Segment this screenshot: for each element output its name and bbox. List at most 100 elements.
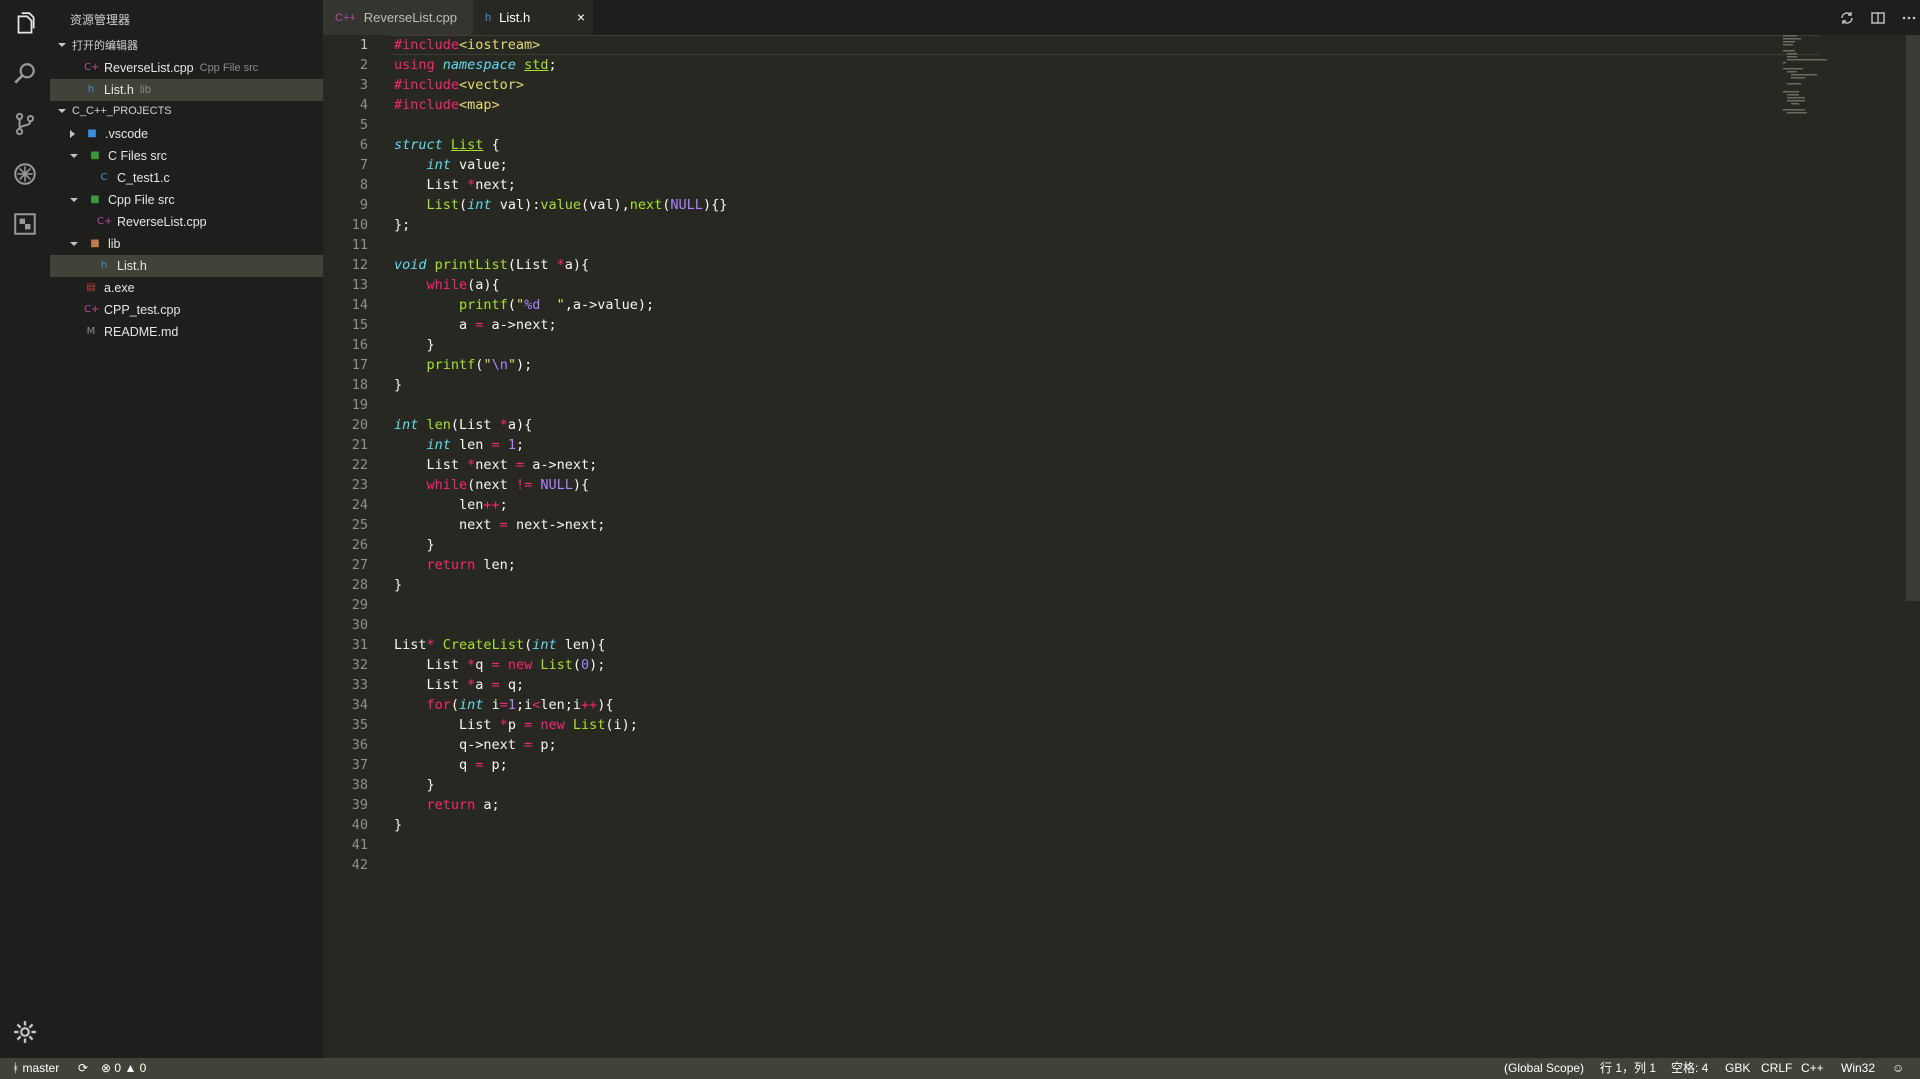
tree-folder-c-files[interactable]: ■ C Files src bbox=[50, 145, 343, 167]
line-number: 4 bbox=[359, 97, 368, 113]
close-icon[interactable]: × bbox=[577, 9, 585, 25]
end-of-line[interactable]: CRLF bbox=[1761, 1058, 1792, 1079]
platform[interactable]: Win32 bbox=[1841, 1058, 1875, 1079]
line-number: 33 bbox=[351, 677, 368, 693]
line-number: 9 bbox=[359, 197, 368, 213]
line-number: 16 bbox=[351, 337, 368, 353]
extensions-icon[interactable] bbox=[9, 208, 41, 240]
folder-lib-icon: ■ bbox=[90, 238, 100, 249]
tab-reverselist[interactable]: C++ ReverseList.cpp bbox=[323, 0, 473, 35]
line-number: 21 bbox=[351, 437, 368, 453]
line-number: 20 bbox=[351, 417, 368, 433]
line-number: 28 bbox=[351, 577, 368, 593]
minimap[interactable] bbox=[1783, 35, 1883, 115]
vertical-scrollbar[interactable] bbox=[1906, 35, 1920, 601]
files-icon[interactable] bbox=[9, 8, 41, 40]
line-number: 13 bbox=[351, 277, 368, 293]
line-number: 1 bbox=[359, 37, 368, 53]
chevron-down-icon bbox=[70, 198, 78, 202]
line-number: 25 bbox=[351, 517, 368, 533]
tree-file-c-test1[interactable]: C C_test1.c bbox=[50, 167, 370, 189]
warning-icon: ▲ bbox=[124, 1061, 137, 1075]
line-number: 36 bbox=[351, 737, 368, 753]
line-number: 14 bbox=[351, 297, 368, 313]
tree-file-cpp-test[interactable]: C+ CPP_test.cpp bbox=[50, 299, 357, 321]
line-number: 5 bbox=[359, 117, 368, 133]
line-number: 41 bbox=[351, 837, 368, 853]
open-editors-section[interactable]: 打开的编辑器 bbox=[50, 34, 331, 56]
cpp-file-icon: C+ bbox=[84, 62, 100, 73]
debug-icon[interactable] bbox=[9, 158, 41, 190]
folder-src-icon: ■ bbox=[90, 194, 100, 205]
tab-label: List.h bbox=[499, 10, 531, 25]
line-number: 38 bbox=[351, 777, 368, 793]
activity-bar bbox=[0, 0, 50, 1058]
line-number: 32 bbox=[351, 657, 368, 673]
problems-indicator[interactable]: ⊗ 0 ▲ 0 bbox=[101, 1058, 146, 1079]
cpp-file-icon: C+ bbox=[97, 216, 113, 227]
line-number: 24 bbox=[351, 497, 368, 513]
language-mode[interactable]: C++ bbox=[1801, 1058, 1824, 1079]
line-number: 42 bbox=[351, 857, 368, 873]
header-file-icon: h bbox=[87, 84, 95, 95]
line-number: 11 bbox=[351, 237, 368, 253]
chevron-down-icon bbox=[58, 43, 66, 47]
settings-gear-icon[interactable] bbox=[9, 1016, 41, 1048]
line-number: 19 bbox=[351, 397, 368, 413]
tree-file-list-h-selected[interactable]: h List.h bbox=[50, 255, 370, 277]
line-number: 17 bbox=[351, 357, 368, 373]
open-changes-icon[interactable] bbox=[1837, 8, 1857, 28]
chevron-down-icon bbox=[70, 242, 78, 246]
feedback-smiley-icon[interactable]: ☺ bbox=[1892, 1058, 1904, 1079]
open-editor-item[interactable]: C+ ReverseList.cpp Cpp File src bbox=[50, 57, 357, 79]
code-content[interactable]: #include<iostream> using namespace std; … bbox=[394, 35, 727, 875]
open-editor-item-selected[interactable]: h List.h lib bbox=[50, 79, 357, 101]
header-file-icon: h bbox=[100, 260, 108, 271]
open-editors-label: 打开的编辑器 bbox=[72, 40, 138, 52]
encoding[interactable]: GBK bbox=[1725, 1058, 1750, 1079]
indentation[interactable]: 空格: 4 bbox=[1671, 1058, 1708, 1079]
line-number: 40 bbox=[351, 817, 368, 833]
line-number-gutter: 1 2 3 4 5 6 7 8 9 10 11 12 13 14 15 16 17 18 19 20 21 22 23 24 2… bbox=[323, 35, 368, 875]
cpp-file-icon: C++ bbox=[335, 11, 356, 24]
tree-file-a-exe[interactable]: ▤ a.exe bbox=[50, 277, 357, 299]
error-icon: ⊗ bbox=[101, 1061, 112, 1075]
line-number: 30 bbox=[351, 617, 368, 633]
line-number: 35 bbox=[351, 717, 368, 733]
line-number: 12 bbox=[351, 257, 368, 273]
line-number: 8 bbox=[359, 177, 368, 193]
split-editor-icon[interactable] bbox=[1868, 8, 1888, 28]
editor-tab-bar: C++ ReverseList.cpp h List.h × bbox=[323, 0, 1920, 35]
tab-label: ReverseList.cpp bbox=[363, 10, 458, 25]
explorer-sidebar: 资源管理器 打开的编辑器 C+ ReverseList.cpp Cpp File… bbox=[50, 0, 370, 1058]
tab-list-h[interactable]: h List.h × bbox=[473, 0, 593, 35]
c-file-icon: C bbox=[100, 172, 108, 183]
project-label: C_C++_PROJECTS bbox=[72, 105, 172, 117]
status-bar: ᚼ master ⟳ ⊗ 0 ▲ 0 (Global Scope) 行 1，列 … bbox=[0, 1058, 1920, 1079]
line-number: 39 bbox=[351, 797, 368, 813]
vscode-folder-icon: ■ bbox=[87, 128, 97, 139]
code-editor[interactable]: 1 2 3 4 5 6 7 8 9 10 11 12 13 14 15 16 17 18 19 20 21 22 23 24 2… bbox=[323, 35, 1920, 1058]
tree-file-reverselist[interactable]: C+ ReverseList.cpp bbox=[50, 211, 370, 233]
sync-icon[interactable]: ⟳ bbox=[78, 1058, 88, 1079]
more-actions-icon[interactable] bbox=[1899, 8, 1919, 28]
line-number: 3 bbox=[359, 77, 368, 93]
cursor-position[interactable]: 行 1，列 1 bbox=[1600, 1058, 1656, 1079]
line-number: 6 bbox=[359, 137, 368, 153]
tree-file-readme[interactable]: M README.md bbox=[50, 321, 357, 343]
git-branch[interactable]: ᚼ master bbox=[12, 1058, 59, 1079]
tree-folder-lib[interactable]: ■ lib bbox=[50, 233, 343, 255]
line-number: 29 bbox=[351, 597, 368, 613]
line-number: 2 bbox=[359, 57, 368, 73]
tree-folder-vscode[interactable]: ■ .vscode bbox=[50, 123, 343, 145]
chevron-down-icon bbox=[70, 154, 78, 158]
scope-indicator[interactable]: (Global Scope) bbox=[1504, 1058, 1584, 1079]
project-section[interactable]: C_C++_PROJECTS bbox=[50, 100, 331, 122]
exe-file-icon: ▤ bbox=[86, 282, 96, 293]
source-control-icon[interactable] bbox=[9, 108, 41, 140]
line-number: 7 bbox=[359, 157, 368, 173]
search-icon[interactable] bbox=[9, 58, 41, 90]
line-number: 27 bbox=[351, 557, 368, 573]
line-number: 23 bbox=[351, 477, 368, 493]
tree-folder-cpp-file[interactable]: ■ Cpp File src bbox=[50, 189, 343, 211]
